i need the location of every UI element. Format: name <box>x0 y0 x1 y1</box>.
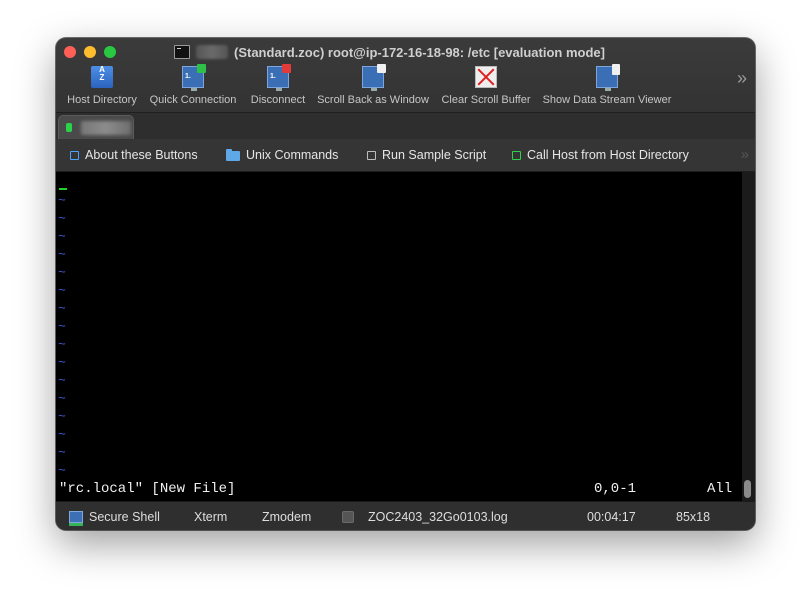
status-bar: Secure Shell Xterm Zmodem ZOC2403_32Go01… <box>56 501 755 530</box>
redacted-tab-label <box>81 121 131 135</box>
minimize-button[interactable] <box>84 46 96 58</box>
unix-commands-label: Unix Commands <box>246 148 339 162</box>
square-icon <box>367 150 376 160</box>
clear-buffer-icon <box>475 66 497 88</box>
disconnect-button[interactable]: 1. Disconnect <box>248 64 308 110</box>
session-type-item[interactable]: Secure Shell <box>69 510 160 526</box>
address-book-icon: AZ <box>91 66 113 88</box>
zoom-button[interactable] <box>104 46 116 58</box>
call-host-button[interactable]: Call Host from Host Directory <box>512 147 689 163</box>
redacted-host-label <box>196 45 228 59</box>
quick-connection-label: Quick Connection <box>149 94 237 106</box>
elapsed-time-item: 00:04:17 <box>587 510 636 524</box>
logfile-label: ZOC2403_32Go0103.log <box>368 510 508 524</box>
clear-scroll-buffer-label: Clear Scroll Buffer <box>441 94 531 106</box>
call-host-label: Call Host from Host Directory <box>527 148 689 162</box>
title-bar[interactable]: (Standard.zoc) root@ip-172-16-18-98: /et… <box>56 38 755 112</box>
unix-commands-button[interactable]: Unix Commands <box>226 147 338 163</box>
session-type-label: Secure Shell <box>89 510 160 524</box>
disconnect-icon: 1. <box>267 64 291 91</box>
vim-empty-line-tilde: ~ <box>58 355 66 370</box>
zoc-window: (Standard.zoc) root@ip-172-16-18-98: /et… <box>56 38 755 530</box>
user-button-bar: About these Buttons Unix Commands Run Sa… <box>56 139 755 172</box>
host-directory-label: Host Directory <box>67 94 137 106</box>
scroll-back-window-label: Scroll Back as Window <box>317 94 429 106</box>
vim-empty-line-tilde: ~ <box>58 319 66 334</box>
host-directory-button[interactable]: AZ Host Directory <box>65 64 139 110</box>
vim-cursor-position: 0,0-1 <box>594 481 637 497</box>
disconnect-label: Disconnect <box>250 94 306 106</box>
vim-file-status: "rc.local" [New File] <box>59 481 236 497</box>
quick-connect-icon: 1. <box>182 64 206 91</box>
vim-empty-line-tilde: ~ <box>58 283 66 298</box>
terminal-screen[interactable]: "rc.local" [New File] 0,0-1 All ~ ~ ~ ~ ~ ~ ~ ~… <box>56 172 742 501</box>
about-buttons-label: About these Buttons <box>85 148 198 162</box>
data-stream-viewer-button[interactable]: Show Data Stream Viewer <box>542 64 672 110</box>
square-icon <box>512 150 521 160</box>
vim-empty-line-tilde: ~ <box>58 337 66 352</box>
terminal-size-item: 85x18 <box>676 510 710 524</box>
data-stream-viewer-label: Show Data Stream Viewer <box>542 94 672 106</box>
clear-scroll-buffer-button[interactable]: Clear Scroll Buffer <box>440 64 532 110</box>
emulation-item[interactable]: Xterm <box>194 510 227 524</box>
window-title: (Standard.zoc) root@ip-172-16-18-98: /et… <box>234 44 605 60</box>
vim-empty-line-tilde: ~ <box>58 247 66 262</box>
vim-empty-line-tilde: ~ <box>58 193 66 208</box>
transfer-protocol-label: Zmodem <box>262 510 312 524</box>
run-sample-script-label: Run Sample Script <box>382 148 487 162</box>
toolbar-overflow-chevron-icon[interactable]: » <box>737 68 747 89</box>
session-tab[interactable] <box>58 115 134 139</box>
elapsed-time-label: 00:04:17 <box>587 510 636 524</box>
terminal-scrollbar[interactable] <box>742 172 755 501</box>
folder-icon <box>226 148 240 161</box>
secure-shell-icon <box>69 511 83 526</box>
buttonbar-overflow-chevron-icon[interactable]: » <box>741 146 749 163</box>
vim-empty-line-tilde: ~ <box>58 445 66 460</box>
vim-status-line: "rc.local" [New File] 0,0-1 All <box>56 481 742 497</box>
scrollback-window-icon <box>362 64 386 91</box>
logfile-item[interactable]: ZOC2403_32Go0103.log <box>342 510 508 524</box>
vim-empty-line-tilde: ~ <box>58 373 66 388</box>
vim-empty-line-tilde: ~ <box>58 211 66 226</box>
terminal-cursor <box>59 188 67 190</box>
vim-empty-line-tilde: ~ <box>58 391 66 406</box>
vim-empty-line-tilde: ~ <box>58 427 66 442</box>
vim-empty-line-tilde: ~ <box>58 409 66 424</box>
terminal-size-label: 85x18 <box>676 510 711 524</box>
vim-empty-line-tilde: ~ <box>58 229 66 244</box>
square-icon <box>70 150 79 160</box>
close-button[interactable] <box>64 46 76 58</box>
terminal-icon <box>174 45 190 59</box>
emulation-label: Xterm <box>194 510 228 524</box>
session-tab-bar <box>56 112 755 140</box>
scroll-back-window-button[interactable]: Scroll Back as Window <box>317 64 429 110</box>
logging-checkbox-icon[interactable] <box>342 511 354 523</box>
quick-connection-button[interactable]: 1. Quick Connection <box>148 64 238 110</box>
about-buttons-button[interactable]: About these Buttons <box>70 147 198 163</box>
vim-empty-line-tilde: ~ <box>58 265 66 280</box>
transfer-protocol-item[interactable]: Zmodem <box>262 510 311 524</box>
vim-empty-line-tilde: ~ <box>58 463 66 478</box>
vim-scroll-position: All <box>707 481 733 497</box>
run-sample-script-button[interactable]: Run Sample Script <box>367 147 486 163</box>
data-stream-viewer-icon <box>596 64 620 91</box>
vim-empty-line-tilde: ~ <box>58 301 66 316</box>
connection-status-indicator <box>66 123 72 132</box>
toolbar: AZ Host Directory 1. Quick Connection 1.… <box>56 64 755 110</box>
scrollbar-thumb[interactable] <box>744 480 751 498</box>
window-title-group: (Standard.zoc) root@ip-172-16-18-98: /et… <box>174 43 605 61</box>
